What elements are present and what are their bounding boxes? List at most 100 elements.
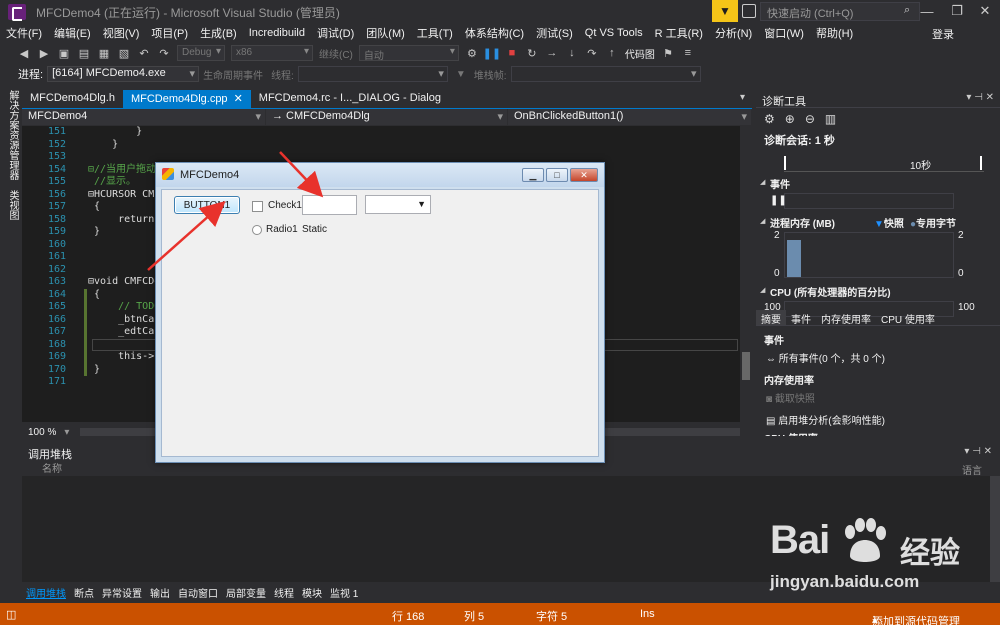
chevron-down-icon[interactable]: ▾ <box>64 427 69 438</box>
menu-team[interactable]: 团队(M) <box>360 25 411 41</box>
cpu-section-header[interactable]: CPU (所有处理器的百分比) <box>756 284 1000 299</box>
tab-watch-1[interactable]: 监视 1 <box>326 584 362 601</box>
editor-vertical-scrollbar[interactable] <box>740 126 752 422</box>
tab-autos[interactable]: 自动窗口 <box>174 584 222 601</box>
button1[interactable]: BUTTON1 <box>174 196 240 214</box>
tab-call-stack[interactable]: 调用堆栈 <box>22 584 70 601</box>
code-text[interactable]: this->U <box>88 351 160 364</box>
tab-exception-settings[interactable]: 异常设置 <box>98 584 146 601</box>
login-link[interactable]: 登录 <box>932 26 954 42</box>
new-project-icon[interactable]: ▣ <box>56 45 72 61</box>
restart-icon[interactable]: ↻ <box>524 45 540 61</box>
lifecycle-events-button[interactable]: 生命周期事件 <box>203 67 263 82</box>
pause-icon[interactable]: ❚❚ <box>483 45 501 61</box>
menu-analyze[interactable]: 分析(N) <box>709 25 758 41</box>
comment-icon[interactable]: ≡ <box>680 45 696 61</box>
code-text[interactable]: ⊟HCURSOR CMF <box>88 189 160 202</box>
attach-icon[interactable]: ⚙ <box>464 45 480 61</box>
menu-incredibuild[interactable]: Incredibuild <box>243 27 311 39</box>
code-text[interactable]: ⊟//当用户拖动 <box>88 164 156 177</box>
code-text[interactable]: } <box>88 139 118 152</box>
class-select[interactable]: → CMFCDemo4Dlg <box>266 109 508 125</box>
enable-heap-profiling-button[interactable]: ▤ 启用堆分析(会影响性能) <box>766 412 885 427</box>
panel-controls[interactable]: ▾ ⊣ ✕ <box>964 446 992 457</box>
settings-gear-icon[interactable]: ⚙ <box>764 112 775 126</box>
combo-box[interactable]: ▼ <box>365 195 431 214</box>
close-tab-icon[interactable]: ✕ <box>234 93 243 105</box>
tab-threads[interactable]: 线程 <box>270 584 298 601</box>
radio1-label[interactable]: Radio1 <box>266 224 298 235</box>
process-select[interactable]: [6164] MFCDemo4.exe <box>47 66 200 82</box>
quick-launch-input[interactable]: 快速启动 (Ctrl+Q) <box>760 2 920 21</box>
step-over-icon[interactable]: ↷ <box>584 45 600 61</box>
menu-project[interactable]: 项目(P) <box>145 25 194 41</box>
save-all-icon[interactable]: ▧ <box>116 45 132 61</box>
column-name[interactable]: 名称 <box>42 460 62 475</box>
tab-mfcdemo4dlg-h[interactable]: MFCDemo4Dlg.h <box>22 90 123 108</box>
save-icon[interactable]: ▦ <box>96 45 112 61</box>
open-file-icon[interactable]: ▤ <box>76 45 92 61</box>
menu-edit[interactable]: 编辑(E) <box>48 25 97 41</box>
filter-icon[interactable]: ▼ <box>456 69 466 80</box>
zoom-out-icon[interactable]: ⊖ <box>805 112 815 126</box>
tab-modules[interactable]: 模块 <box>298 584 326 601</box>
menu-help[interactable]: 帮助(H) <box>810 25 859 41</box>
tab-summary[interactable]: 摘要 <box>756 310 786 326</box>
menu-tools[interactable]: 工具(T) <box>411 25 459 41</box>
code-text[interactable]: _btnCap <box>88 314 160 327</box>
dialog-title-bar[interactable]: MFCDemo4 ▁ □ ✕ <box>156 163 604 187</box>
code-text[interactable]: { <box>88 289 100 302</box>
close-button[interactable]: ✕ <box>970 0 1000 22</box>
zoom-in-icon[interactable]: ⊕ <box>785 112 795 126</box>
zoom-select[interactable]: 100 % <box>28 427 56 438</box>
feedback-icon[interactable] <box>742 4 756 18</box>
step-into-icon[interactable]: ↓ <box>564 45 580 61</box>
column-language[interactable]: 语言 <box>962 462 982 477</box>
notification-filter-icon[interactable]: ▼ <box>712 0 738 22</box>
forward-icon[interactable]: ▶ <box>36 45 52 61</box>
memory-chart[interactable] <box>784 232 954 278</box>
code-text[interactable]: return <box>88 214 154 227</box>
tab-events[interactable]: 事件 <box>786 310 816 326</box>
pause-events-icon[interactable]: ❚❚ <box>770 195 787 206</box>
menu-debug[interactable]: 调试(D) <box>311 25 360 41</box>
code-text[interactable]: ⊟void CMFCDe <box>88 276 160 289</box>
solution-config-select[interactable]: Debug <box>177 45 225 61</box>
dialog-minimize-button[interactable]: ▁ <box>522 168 544 182</box>
edit-control[interactable] <box>302 195 357 215</box>
code-text[interactable]: //显示。 <box>88 176 136 189</box>
menu-build[interactable]: 生成(B) <box>194 25 243 41</box>
code-text[interactable]: _edtCap <box>88 326 160 339</box>
thread-select[interactable] <box>297 66 448 82</box>
code-text[interactable]: } <box>88 126 142 139</box>
auto-select[interactable]: 自动 <box>358 45 459 62</box>
show-next-statement-icon[interactable]: → <box>544 45 560 61</box>
reset-zoom-icon[interactable]: ▥ <box>825 112 836 126</box>
menu-view[interactable]: 视图(V) <box>97 25 146 41</box>
menu-r-tools[interactable]: R 工具(R) <box>649 25 709 41</box>
tab-overflow-icon[interactable]: ▾ <box>740 92 745 103</box>
code-text[interactable]: } <box>88 226 100 239</box>
continue-button[interactable]: 继续(C) <box>319 46 353 61</box>
class-view-tab[interactable]: 类视图 <box>5 190 20 220</box>
events-section-header[interactable]: 事件 <box>756 176 1000 191</box>
tab-mfcdemo4-rc[interactable]: MFCDemo4.rc - I..._DIALOG - Dialog <box>251 90 449 108</box>
back-icon[interactable]: ◀ <box>16 45 32 61</box>
redo-icon[interactable]: ↷ <box>156 45 172 61</box>
dialog-close-button[interactable]: ✕ <box>570 168 598 182</box>
check1-checkbox[interactable] <box>252 201 263 212</box>
take-snapshot-button[interactable]: ◙ 截取快照 <box>766 390 815 405</box>
code-text[interactable]: // TODO <box>88 301 160 314</box>
all-events-link[interactable]: ⇔ 所有事件(0 个，共 0 个) <box>766 350 885 365</box>
platform-select[interactable]: x86 <box>231 45 313 61</box>
member-select[interactable]: OnBnClickedButton1() <box>508 109 752 125</box>
code-map-button[interactable]: 代码图 <box>625 46 655 61</box>
maximize-button[interactable]: ❐ <box>942 0 972 22</box>
check1-label[interactable]: Check1 <box>268 200 302 211</box>
minimize-button[interactable]: — <box>912 0 942 22</box>
search-icon[interactable]: ⌕ <box>904 4 910 17</box>
tab-cpu-usage[interactable]: CPU 使用率 <box>876 310 940 326</box>
tab-breakpoints[interactable]: 断点 <box>70 584 98 601</box>
code-line[interactable]: 151 } <box>22 126 740 139</box>
tab-locals[interactable]: 局部变量 <box>222 584 270 601</box>
